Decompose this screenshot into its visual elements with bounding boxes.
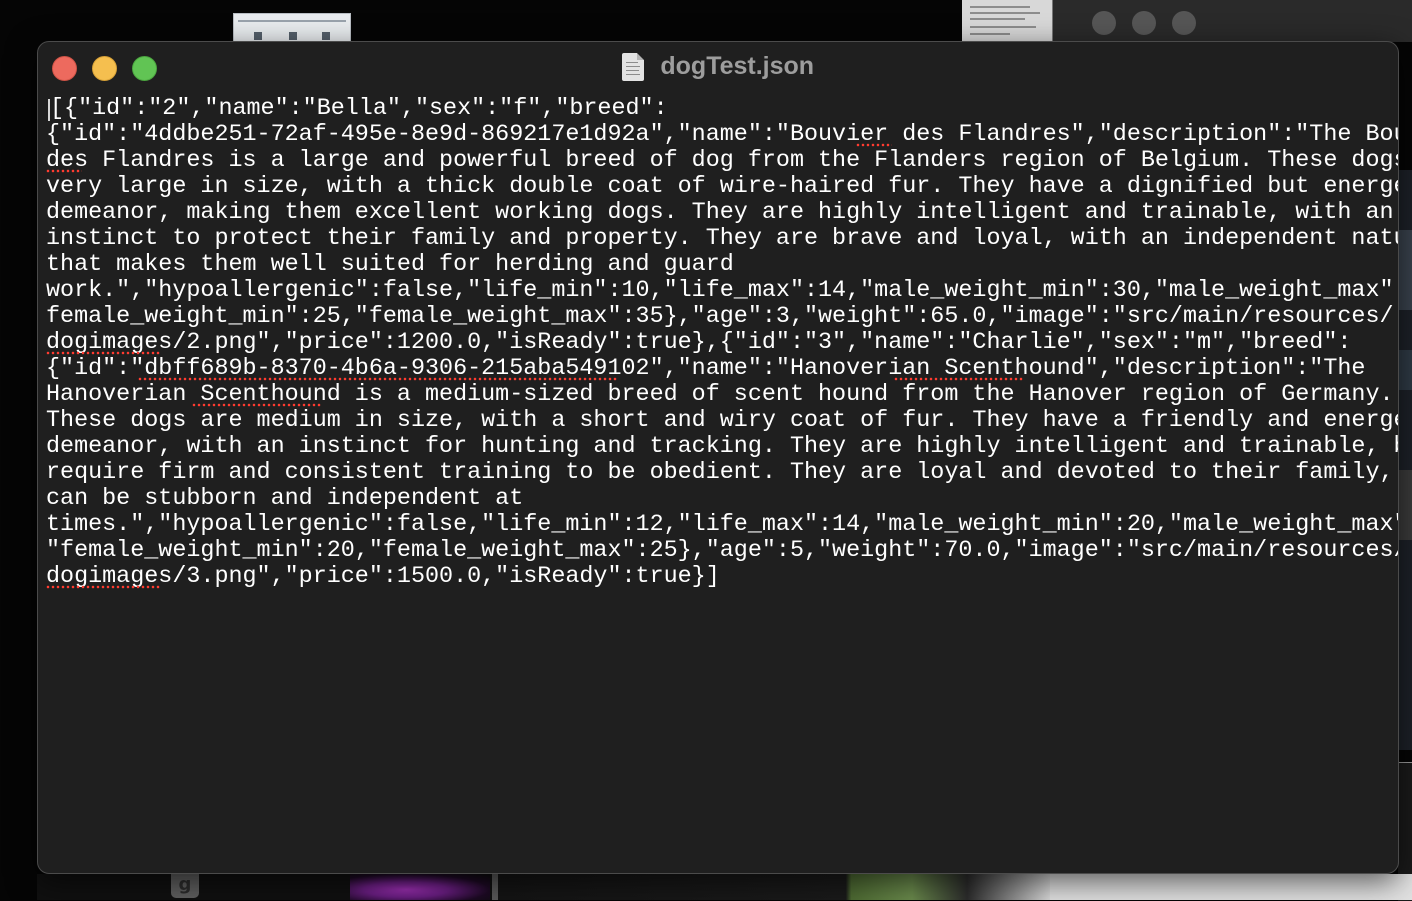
- window-title: dogTest.json: [660, 52, 815, 80]
- text-line: demeanor, making them excellent working …: [46, 200, 1394, 226]
- spellcheck-underline: [856, 143, 892, 147]
- text-editor-area[interactable]: [{"id":"2","name":"Bella","sex":"f","bre…: [46, 96, 1398, 865]
- inactive-zoom-button[interactable]: [1172, 11, 1196, 35]
- text-line: instinct to protect their family and pro…: [46, 226, 1399, 252]
- text-line: des Flandres is a large and powerful bre…: [46, 148, 1399, 174]
- document-icon[interactable]: [621, 52, 644, 81]
- text-line: dogimages/2.png","price":1200.0,"isReady…: [46, 330, 1352, 356]
- inactive-close-button[interactable]: [1092, 11, 1116, 35]
- text-line: {"id":"4ddbe251-72af-495e-8e9d-869217e1d…: [46, 122, 1399, 148]
- background-dog-photo: [498, 874, 1050, 900]
- text-line: that makes them well suited for herding …: [46, 252, 734, 278]
- background-window-thumbnail: [233, 13, 351, 43]
- text-line: can be stubborn and independent at: [46, 486, 524, 512]
- text-line: These dogs are medium in size, with a sh…: [46, 408, 1399, 434]
- spellcheck-underline: [46, 351, 161, 355]
- spellcheck-underline: [894, 377, 1024, 381]
- inactive-minimize-button[interactable]: [1132, 11, 1156, 35]
- background-flower-photo: [350, 874, 490, 900]
- text-line: "female_weight_min":20,"female_weight_ma…: [46, 538, 1399, 564]
- background-inactive-window: [1053, 0, 1412, 42]
- spellcheck-underline: [192, 403, 322, 407]
- text-line: female_weight_min":25,"female_weight_max…: [46, 304, 1394, 330]
- text-line: work.","hypoallergenic":false,"life_min"…: [46, 278, 1399, 304]
- background-window-edge: [1398, 170, 1412, 750]
- spellcheck-underline: [138, 377, 618, 381]
- text-line: very large in size, with a thick double …: [46, 174, 1399, 200]
- text-line: times.","hypoallergenic":false,"life_min…: [46, 512, 1399, 538]
- background-pale-window: [1050, 874, 1412, 900]
- textedit-window: dogTest.json [{"id":"2","name":"Bella","…: [37, 41, 1399, 874]
- title-bar[interactable]: dogTest.json: [38, 42, 1398, 94]
- background-app-icon[interactable]: g: [171, 874, 199, 898]
- text-line: require firm and consistent training to …: [46, 460, 1399, 486]
- spellcheck-underline: [46, 585, 161, 589]
- spellcheck-underline: [46, 169, 82, 173]
- background-document-preview: [962, 0, 1053, 42]
- window-title-area: dogTest.json: [38, 52, 1398, 84]
- text-line: [{"id":"2","name":"Bella","sex":"f","bre…: [50, 96, 668, 122]
- text-line: demeanor, with an instinct for hunting a…: [46, 434, 1399, 460]
